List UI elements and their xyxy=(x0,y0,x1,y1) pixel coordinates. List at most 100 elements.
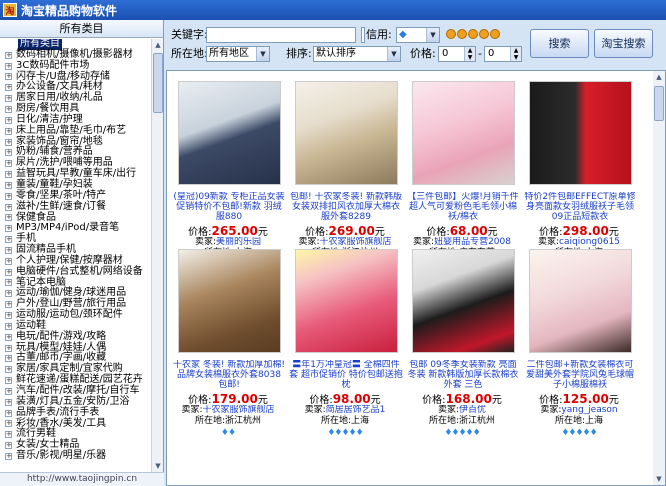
expand-icon[interactable]: + xyxy=(5,246,12,254)
expand-icon[interactable]: + xyxy=(5,290,12,298)
product-title-link[interactable]: 包邮 09冬季女装新款 亮面冬装 新款韩版加厚长款棉衣外套 三色 xyxy=(406,360,520,390)
seller-link[interactable]: 十农家服饰旗舰店 xyxy=(203,405,275,415)
product-image[interactable] xyxy=(178,249,281,353)
scroll-up-icon[interactable]: ▲ xyxy=(152,39,164,51)
expand-icon[interactable]: + xyxy=(5,105,12,113)
taobao-search-button[interactable]: 淘宝搜索 xyxy=(594,29,653,58)
expand-icon[interactable]: + xyxy=(5,452,12,460)
expand-icon[interactable]: + xyxy=(5,203,12,211)
product-card[interactable]: 二件包邮+新款女装棉衣可爱甜美外套学院风兔毛球帽子小棉服棉袄 价格:125.00元… xyxy=(521,239,637,444)
credit-select[interactable]: ◆ ▼ xyxy=(396,27,440,43)
expand-icon[interactable]: + xyxy=(5,73,12,81)
crown-icon xyxy=(490,29,500,39)
expand-icon[interactable]: + xyxy=(5,181,12,189)
tree-item-category[interactable]: + 滋补/生鲜/速食/订餐 xyxy=(0,201,152,213)
product-title-link[interactable]: (皇冠)09新款 专柜正品女装 促销特价不包邮!新款 羽绒服880 xyxy=(172,192,286,222)
product-title-link[interactable]: 包邮! 十农家冬装! 新款韩版女装双排扣风衣加厚大棉衣服外套8289 xyxy=(289,192,403,222)
keyword-label: 关键字: xyxy=(171,28,208,41)
product-title-link[interactable]: 二件包邮+新款女装棉衣可爱甜美外套学院风兔毛球帽子小棉服棉袄 xyxy=(523,360,637,390)
product-title-link[interactable]: 【三件包邮】火爆!月销千件 超人气可爱粉色毛毛领小棉袄/棉衣 xyxy=(406,192,520,222)
product-image[interactable] xyxy=(295,81,398,185)
seller-rating-diamond-icon: ♦♦ xyxy=(220,428,236,438)
expand-icon[interactable]: + xyxy=(5,344,12,352)
tree-item-category[interactable]: + 床上用品/靠垫/毛巾/布艺 xyxy=(0,125,152,137)
scroll-up-icon[interactable]: ▲ xyxy=(653,71,665,83)
expand-icon[interactable]: + xyxy=(5,409,12,417)
sidebar-scroll-thumb[interactable] xyxy=(153,53,163,113)
crown-rating[interactable] xyxy=(446,29,500,39)
expand-icon[interactable]: + xyxy=(5,355,12,363)
expand-icon[interactable]: + xyxy=(5,127,12,135)
product-card[interactable]: 包邮 09冬季女装新款 亮面冬装 新款韩版加厚长款棉衣外套 三色 价格:168.0… xyxy=(404,239,520,444)
scroll-down-icon[interactable]: ▼ xyxy=(653,473,665,485)
expand-icon[interactable]: + xyxy=(5,398,12,406)
product-title-link[interactable]: 特价2件包邮EFFECT原单修身亮面款女羽绒服袄子毛领09正品短款衣 xyxy=(523,192,637,222)
keyword-input[interactable] xyxy=(206,27,356,43)
tree-item-category[interactable]: + 电脑硬件/台式整机/网络设备 xyxy=(0,265,152,278)
expand-icon[interactable]: + xyxy=(5,62,12,70)
product-image[interactable] xyxy=(529,81,632,185)
expand-icon[interactable]: + xyxy=(5,214,12,222)
chevron-down-icon: ▼ xyxy=(426,28,439,42)
tree-item-category[interactable]: + 电玩/配件/游戏/攻略 xyxy=(0,330,152,343)
product-image[interactable] xyxy=(412,81,515,185)
tree-item-label: 电脑硬件/台式整机/网络设备 xyxy=(16,265,143,277)
chevron-down-icon: ▼ xyxy=(256,47,269,61)
tree-item-label: 3C数码配件市场 xyxy=(16,59,90,71)
sidebar-scrollbar[interactable]: ▲ ▼ xyxy=(151,39,163,472)
seller-link[interactable]: yang_jeason xyxy=(561,405,617,415)
price-min-input[interactable]: 0 ▲ ▼ xyxy=(438,46,476,62)
expand-icon[interactable]: + xyxy=(5,51,12,59)
expand-icon[interactable]: + xyxy=(5,333,12,341)
expand-icon[interactable]: + xyxy=(5,95,12,103)
product-image[interactable] xyxy=(412,249,515,353)
expand-icon[interactable]: + xyxy=(5,312,12,320)
expand-icon[interactable]: + xyxy=(5,431,12,439)
tree-item-category[interactable]: + 品牌手表/流行手表 xyxy=(0,406,152,419)
seller-link[interactable]: 伊百优 xyxy=(459,405,486,415)
price-separator: - xyxy=(478,47,482,60)
products-scrollbar[interactable]: ▲ ▼ xyxy=(653,70,666,486)
expand-icon[interactable]: + xyxy=(5,236,12,244)
product-title-link[interactable]: 十农家 冬装! 新款加厚加棉! 品牌女装棉服衣外套8038 包邮! xyxy=(172,360,286,390)
expand-icon[interactable]: + xyxy=(5,387,12,395)
expand-icon[interactable]: + xyxy=(5,420,12,428)
expand-icon[interactable]: + xyxy=(5,160,12,168)
product-image[interactable] xyxy=(295,249,398,353)
tree-item-label: 品牌手表/流行手表 xyxy=(16,406,100,418)
expand-icon[interactable]: + xyxy=(5,225,12,233)
product-image[interactable] xyxy=(529,249,632,353)
expand-icon[interactable]: + xyxy=(5,116,12,124)
expand-icon[interactable]: + xyxy=(5,192,12,200)
price-max-input[interactable]: 0 ▲ ▼ xyxy=(484,46,522,62)
location-select[interactable]: 所有地区 ▼ xyxy=(206,46,270,62)
expand-icon[interactable]: + xyxy=(5,138,12,146)
tree-item-category[interactable]: +3C数码配件市场 xyxy=(0,59,152,72)
tree-item-label: 电玩/配件/游戏/攻略 xyxy=(16,330,107,342)
expand-icon[interactable]: + xyxy=(5,366,12,374)
product-grid: (皇冠)09新款 专柜正品女装 促销特价不包邮!新款 羽绒服880 价格:265.… xyxy=(166,70,654,486)
expand-icon[interactable]: + xyxy=(5,171,12,179)
expand-icon[interactable]: + xyxy=(5,377,12,385)
expand-icon[interactable]: + xyxy=(5,84,12,92)
expand-icon[interactable]: + xyxy=(5,279,12,287)
scroll-down-icon[interactable]: ▼ xyxy=(152,460,164,472)
expand-icon[interactable]: + xyxy=(5,149,12,157)
product-title-link[interactable]: 〓年1万冲皇冠〓 全棉四件套 超市促销价 特价包邮送抱枕 xyxy=(289,360,403,390)
spinner-icon[interactable]: ▲ ▼ xyxy=(464,47,475,61)
product-image[interactable] xyxy=(178,81,281,185)
spinner-icon[interactable]: ▲ ▼ xyxy=(510,47,521,61)
product-card[interactable]: 〓年1万冲皇冠〓 全棉四件套 超市促销价 特价包邮送抱枕 价格:98.00元 卖家:… xyxy=(287,239,403,444)
expand-icon[interactable]: + xyxy=(5,301,12,309)
tree-item-category[interactable]: + 音乐/影视/明星/乐器 xyxy=(0,450,152,462)
price-min-value: 0 xyxy=(442,48,449,59)
expand-icon[interactable]: + xyxy=(5,322,12,330)
products-scroll-thumb[interactable] xyxy=(654,86,664,121)
product-card[interactable]: 十农家 冬装! 新款加厚加棉! 品牌女装棉服衣外套8038 包邮! 价格:179.… xyxy=(170,239,286,444)
expand-icon[interactable]: + xyxy=(5,442,12,450)
sort-select[interactable]: 默认排序 ▼ xyxy=(313,46,401,62)
expand-icon[interactable]: + xyxy=(5,268,12,276)
search-button[interactable]: 搜索 xyxy=(530,29,589,58)
expand-icon[interactable]: + xyxy=(5,257,12,265)
seller-link[interactable]: 简居居饰艺品1 xyxy=(326,405,386,415)
